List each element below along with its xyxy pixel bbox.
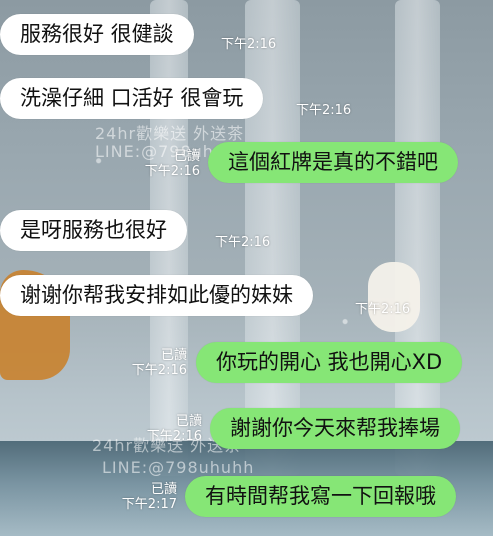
message-timestamp: 下午2:16 — [131, 362, 187, 378]
bunny-sticker-image — [368, 262, 420, 332]
chat-message-bubble[interactable]: 謝謝你今天來帮我捧場 — [210, 408, 460, 449]
watermark-text: LINE:@798uhuhh — [102, 458, 255, 477]
chat-message-bubble[interactable]: 有時間帮我寫一下回報哦 — [185, 476, 456, 517]
chat-message-bubble[interactable]: 你玩的開心 我也開心XD — [196, 342, 463, 383]
read-receipt-label: 已讀 — [175, 414, 202, 429]
read-receipt-label: 已讀 — [150, 482, 177, 497]
message-read-status: 已讀 下午2:16 — [140, 414, 202, 445]
message-timestamp: 下午2:17 — [121, 496, 177, 512]
message-timestamp: 下午2:16 — [146, 428, 202, 444]
chat-message-bubble[interactable]: 服務很好 很健談 — [0, 14, 194, 55]
message-timestamp: 下午2:16 — [221, 37, 277, 52]
chat-message-bubble[interactable]: 洗澡仔細 口活好 很會玩 — [0, 78, 264, 119]
message-read-status: 已讀 下午2:17 — [115, 482, 177, 513]
message-timestamp: 下午2:16 — [215, 235, 271, 250]
read-receipt-label: 已讀 — [160, 348, 187, 363]
message-timestamp: 下午2:16 — [144, 163, 200, 179]
chat-message-bubble[interactable]: 是呀服務也很好 — [0, 210, 187, 251]
watermark-text: 24hr歡樂送 外送茶 — [95, 124, 245, 143]
chat-message-bubble[interactable]: 谢谢你帮我安排如此優的妹妹 — [0, 275, 313, 316]
chat-message-bubble[interactable]: 這個紅牌是真的不錯吧 — [208, 142, 458, 183]
message-timestamp: 下午2:16 — [296, 103, 352, 118]
read-receipt-label: 已讀 — [173, 149, 200, 164]
message-timestamp: 下午2:16 — [355, 302, 411, 317]
message-read-status: 已讀 下午2:16 — [140, 149, 200, 180]
tree-trunk — [395, 0, 440, 476]
message-read-status: 已讀 下午2:16 — [125, 348, 187, 379]
